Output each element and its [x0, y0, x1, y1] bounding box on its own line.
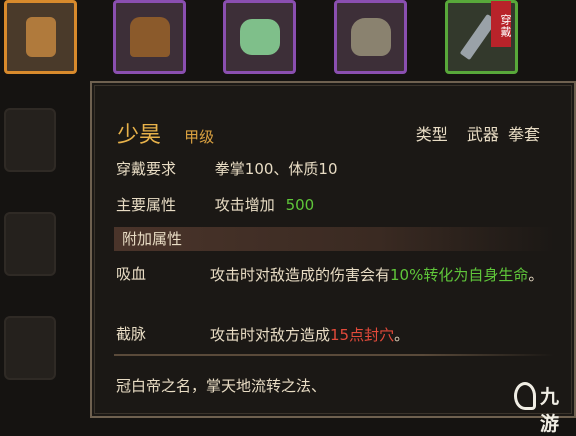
inventory-slot-4[interactable] — [334, 0, 407, 74]
leather-armor-icon — [129, 17, 170, 57]
affix-seal-highlight: 15点封穴 — [330, 326, 395, 344]
main-attribute-line: 主要属性 攻击增加 500 — [116, 194, 314, 215]
extra-attributes-header: 附加属性 — [114, 227, 554, 251]
main-attribute-value: 500 — [285, 196, 315, 214]
affix-seal-text: 攻击时对敌方造成 — [210, 326, 331, 344]
item-grade: 甲级 — [184, 128, 215, 146]
gauntlet-icon — [25, 17, 56, 57]
type-row: 类型 武器 拳套 — [402, 121, 540, 145]
watermark-text: 九游 — [540, 386, 560, 435]
affix-lifesteal-desc: 攻击时对敌造成的伤害会有10%转化为自身生命。 — [210, 263, 570, 287]
affix-lifesteal-end: 。 — [528, 266, 544, 284]
affix-seal-end: 。 — [394, 326, 410, 344]
requirement-value: 拳掌100、体质10 — [214, 160, 338, 178]
inventory-slot-5[interactable]: 穿戴 — [445, 0, 518, 74]
type-label: 类型 — [415, 125, 448, 144]
background-slot — [4, 316, 56, 380]
item-tooltip: 少昊 甲级 类型 武器 拳套 穿戴要求 拳掌100、体质10 主要属性 攻击增加… — [90, 81, 576, 418]
item-name: 少昊 — [117, 123, 162, 148]
flavor-text: 冠白帝之名，掌天地流转之法、 — [116, 377, 327, 395]
inventory-slot-1[interactable] — [4, 0, 77, 74]
requirement-label: 穿戴要求 — [116, 160, 177, 178]
main-attribute-text: 攻击增加 — [214, 196, 275, 214]
inventory-slot-2[interactable] — [113, 0, 186, 74]
type-value-weapon: 武器 — [466, 125, 499, 144]
inventory-slot-3[interactable] — [223, 0, 296, 74]
sack-icon — [350, 18, 391, 56]
affix-lifesteal-label: 吸血 — [116, 265, 147, 283]
title-row: 少昊 甲级 — [117, 117, 215, 148]
watermark: 九游 — [514, 380, 574, 435]
requirement-line: 穿戴要求 拳掌100、体质10 — [116, 158, 338, 179]
affix-lifesteal-text: 攻击时对敌造成的伤害会有 — [210, 266, 391, 284]
affix-seal-label: 截脉 — [116, 325, 147, 343]
affix-lifesteal-highlight: 10%转化为自身生命 — [390, 266, 529, 284]
jade-stone-icon — [239, 19, 280, 55]
main-attribute-label: 主要属性 — [116, 196, 177, 214]
affix-seal-desc: 攻击时对敌方造成15点封穴。 — [210, 323, 570, 347]
flavor-divider — [114, 354, 554, 356]
watermark-logo-icon — [514, 382, 536, 410]
equipped-tag: 穿戴 — [491, 1, 512, 47]
background-slot — [4, 108, 56, 172]
type-value-gauntlet: 拳套 — [507, 125, 540, 144]
background-slot — [4, 212, 56, 276]
